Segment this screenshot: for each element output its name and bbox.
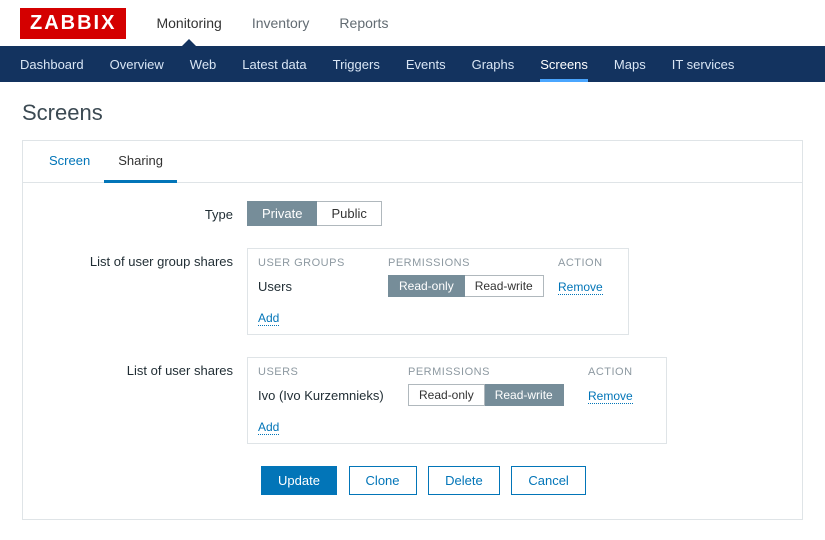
user-perm-readwrite[interactable]: Read-write [485,384,564,406]
type-public[interactable]: Public [317,201,381,226]
row-type: Type Private Public [47,201,778,226]
logo: ZABBIX [20,8,126,39]
user-head-perm: PERMISSIONS [408,366,588,378]
group-head-name: USER GROUPS [258,257,388,269]
form-body: Type Private Public List of user group s… [23,183,802,519]
group-perm-readwrite[interactable]: Read-write [465,275,544,297]
user-share-add[interactable]: Add [258,420,279,435]
group-head-action: ACTION [558,257,618,269]
user-perm-toggle: Read-only Read-write [408,384,564,406]
subnav-events[interactable]: Events [406,46,446,82]
cancel-button[interactable]: Cancel [511,466,585,495]
user-share-row: Ivo (Ivo Kurzemnieks) Read-only Read-wri… [258,384,656,406]
user-perm-readonly[interactable]: Read-only [408,384,485,406]
topnav-monitoring[interactable]: Monitoring [156,0,221,46]
row-user-shares: List of user shares USERS PERMISSIONS AC… [47,357,778,444]
clone-button[interactable]: Clone [349,466,417,495]
type-toggle: Private Public [247,201,382,226]
subnav-web[interactable]: Web [190,46,217,82]
group-perm-readonly[interactable]: Read-only [388,275,465,297]
tab-screen[interactable]: Screen [35,141,104,183]
user-share-remove[interactable]: Remove [588,389,633,404]
top-bar: ZABBIX Monitoring Inventory Reports [0,0,825,46]
subnav-latest-data[interactable]: Latest data [242,46,306,82]
subnav-dashboard[interactable]: Dashboard [20,46,84,82]
group-share-row: Users Read-only Read-write Remove [258,275,618,297]
sub-nav: Dashboard Overview Web Latest data Trigg… [0,46,825,82]
subnav-graphs[interactable]: Graphs [472,46,515,82]
user-head-name: USERS [258,366,408,378]
subnav-triggers[interactable]: Triggers [333,46,380,82]
user-shares-head: USERS PERMISSIONS ACTION [258,366,656,378]
user-shares-table: USERS PERMISSIONS ACTION Ivo (Ivo Kurzem… [247,357,667,444]
group-share-add[interactable]: Add [258,311,279,326]
group-share-name: Users [258,279,388,294]
label-type: Type [47,201,247,222]
label-user-shares: List of user shares [47,357,247,378]
topnav-inventory[interactable]: Inventory [252,0,310,46]
tab-sharing[interactable]: Sharing [104,141,177,183]
row-group-shares: List of user group shares USER GROUPS PE… [47,248,778,335]
label-group-shares: List of user group shares [47,248,247,269]
form-card: Screen Sharing Type Private Public List … [22,140,803,520]
user-head-action: ACTION [588,366,648,378]
tabs: Screen Sharing [23,141,802,183]
action-bar: Update Clone Delete Cancel [261,466,778,495]
subnav-screens[interactable]: Screens [540,46,588,82]
update-button[interactable]: Update [261,466,337,495]
page-title: Screens [0,82,825,140]
type-private[interactable]: Private [247,201,317,226]
subnav-maps[interactable]: Maps [614,46,646,82]
user-share-name: Ivo (Ivo Kurzemnieks) [258,388,408,403]
group-share-remove[interactable]: Remove [558,280,603,295]
delete-button[interactable]: Delete [428,466,500,495]
subnav-it-services[interactable]: IT services [672,46,735,82]
group-shares-table: USER GROUPS PERMISSIONS ACTION Users Rea… [247,248,629,335]
topnav-reports[interactable]: Reports [339,0,388,46]
subnav-overview[interactable]: Overview [110,46,164,82]
group-perm-toggle: Read-only Read-write [388,275,544,297]
group-shares-head: USER GROUPS PERMISSIONS ACTION [258,257,618,269]
group-head-perm: PERMISSIONS [388,257,558,269]
